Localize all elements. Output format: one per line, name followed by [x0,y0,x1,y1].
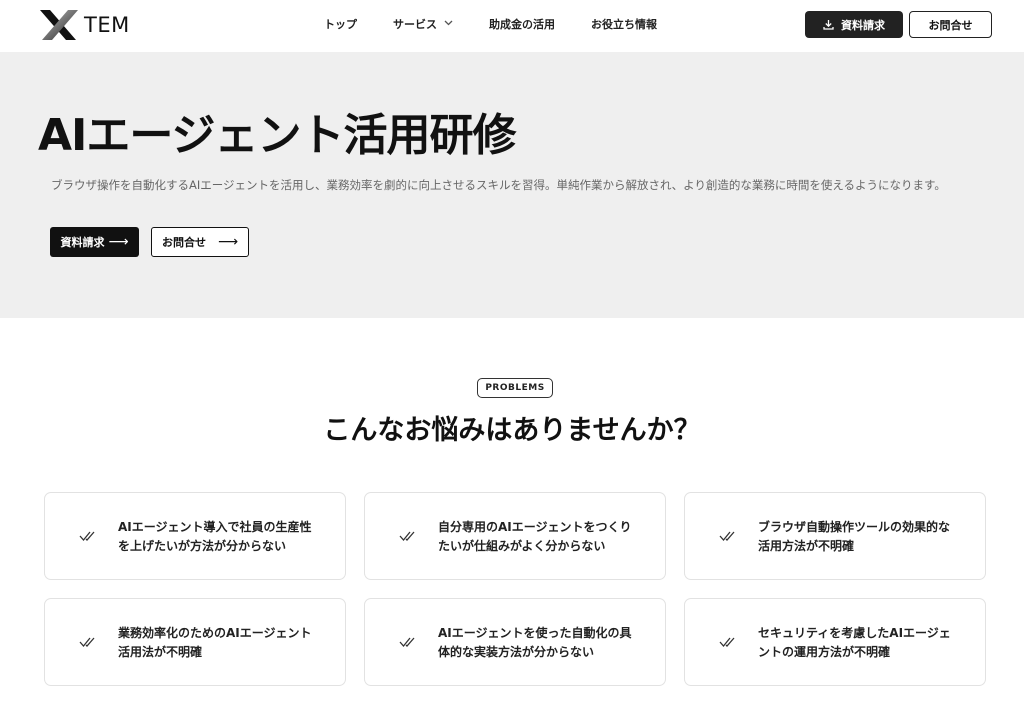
nav-item-top[interactable]: トップ [324,16,357,32]
problems-title: こんなお悩みはありませんか？ [323,415,701,446]
site-header: TEM トップ サービス 助成金の活用 お役立ち情報 資料請求 お問合せ [0,0,1024,52]
nav-label: トップ [324,18,357,31]
nav-label: サービス [393,18,437,31]
problem-card: AIエージェント導入で社員の生産性 を上げたいが方法が分からない [44,492,346,580]
problem-line: たいが仕組みがよく分からない [438,539,606,553]
arrow-right-icon: ⟶ [108,234,129,250]
problem-line: 体的な実装方法が分からない [438,645,595,659]
page-title: AIエージェント活用研修 [38,110,517,161]
x-logo-mark-icon [40,10,78,40]
download-icon [823,19,834,30]
double-check-icon [719,637,735,648]
problem-line: 活用方法が不明確 [758,539,855,553]
nav-label: お役立ち情報 [591,18,657,31]
nav-label: 助成金の活用 [489,18,555,31]
problem-line: ブラウザ自動操作ツールの効果的な [758,520,951,534]
problem-card: AIエージェントを使った自動化の具 体的な実装方法が分からない [364,598,666,686]
chevron-down-icon [444,19,453,29]
problem-text: AIエージェントを使った自動化の具 体的な実装方法が分からない [438,624,648,662]
double-check-icon [399,637,415,648]
problems-badge: PROBLEMS [477,378,553,398]
download-materials-button[interactable]: 資料請求 [805,11,903,38]
arrow-right-icon: ⟶ [217,234,239,250]
problem-line: セキュリティを考慮したAIエージェ [758,626,951,640]
download-button-label: 資料請求 [841,18,885,32]
contact-button-label: お問合せ [928,18,973,32]
nav-item-services[interactable]: サービス [393,16,453,32]
main-nav: トップ サービス 助成金の活用 お役立ち情報 [324,0,693,48]
request-materials-button[interactable]: 資料請求 ⟶ [50,227,139,257]
hero-section: AIエージェント活用研修 ブラウザ操作を自動化するAIエージェントを活用し、業務… [0,52,1024,318]
problem-line: AIエージェントを使った自動化の具 [438,626,632,640]
hero-description: ブラウザ操作を自動化するAIエージェントを活用し、業務効率を劇的に向上させるスキ… [51,178,946,192]
problem-text: ブラウザ自動操作ツールの効果的な 活用方法が不明確 [758,518,968,556]
problem-text: 自分専用のAIエージェントをつくり たいが仕組みがよく分からない [438,518,648,556]
problem-card: セキュリティを考慮したAIエージェ ントの運用方法が不明確 [684,598,986,686]
double-check-icon [719,531,735,542]
problem-line: AIエージェント導入で社員の生産性 [118,520,312,534]
problem-line: 活用法が不明確 [118,645,203,659]
problem-card: 業務効率化のためのAIエージェント 活用法が不明確 [44,598,346,686]
problem-card: 自分専用のAIエージェントをつくり たいが仕組みがよく分からない [364,492,666,580]
problem-line: 業務効率化のためのAIエージェント [118,626,312,640]
problem-line: 自分専用のAIエージェントをつくり [438,520,632,534]
double-check-icon [399,531,415,542]
problem-text: 業務効率化のためのAIエージェント 活用法が不明確 [118,624,328,662]
problem-text: セキュリティを考慮したAIエージェ ントの運用方法が不明確 [758,624,968,662]
problem-line: を上げたいが方法が分からない [118,539,287,553]
problem-card: ブラウザ自動操作ツールの効果的な 活用方法が不明確 [684,492,986,580]
hero-contact-button[interactable]: お問合せ ⟶ [151,227,249,257]
problem-text: AIエージェント導入で社員の生産性 を上げたいが方法が分からない [118,518,328,556]
nav-item-resources[interactable]: お役立ち情報 [591,16,657,32]
hero-contact-label: お問合せ [161,236,206,249]
contact-button[interactable]: お問合せ [909,11,992,38]
xtem-logo[interactable]: TEM [38,9,154,41]
request-materials-label: 資料請求 [60,236,105,249]
nav-item-subsidy[interactable]: 助成金の活用 [489,16,555,32]
problem-line: ントの運用方法が不明確 [758,645,891,659]
double-check-icon [79,637,95,648]
logo-text: TEM [84,13,130,37]
double-check-icon [79,531,95,542]
